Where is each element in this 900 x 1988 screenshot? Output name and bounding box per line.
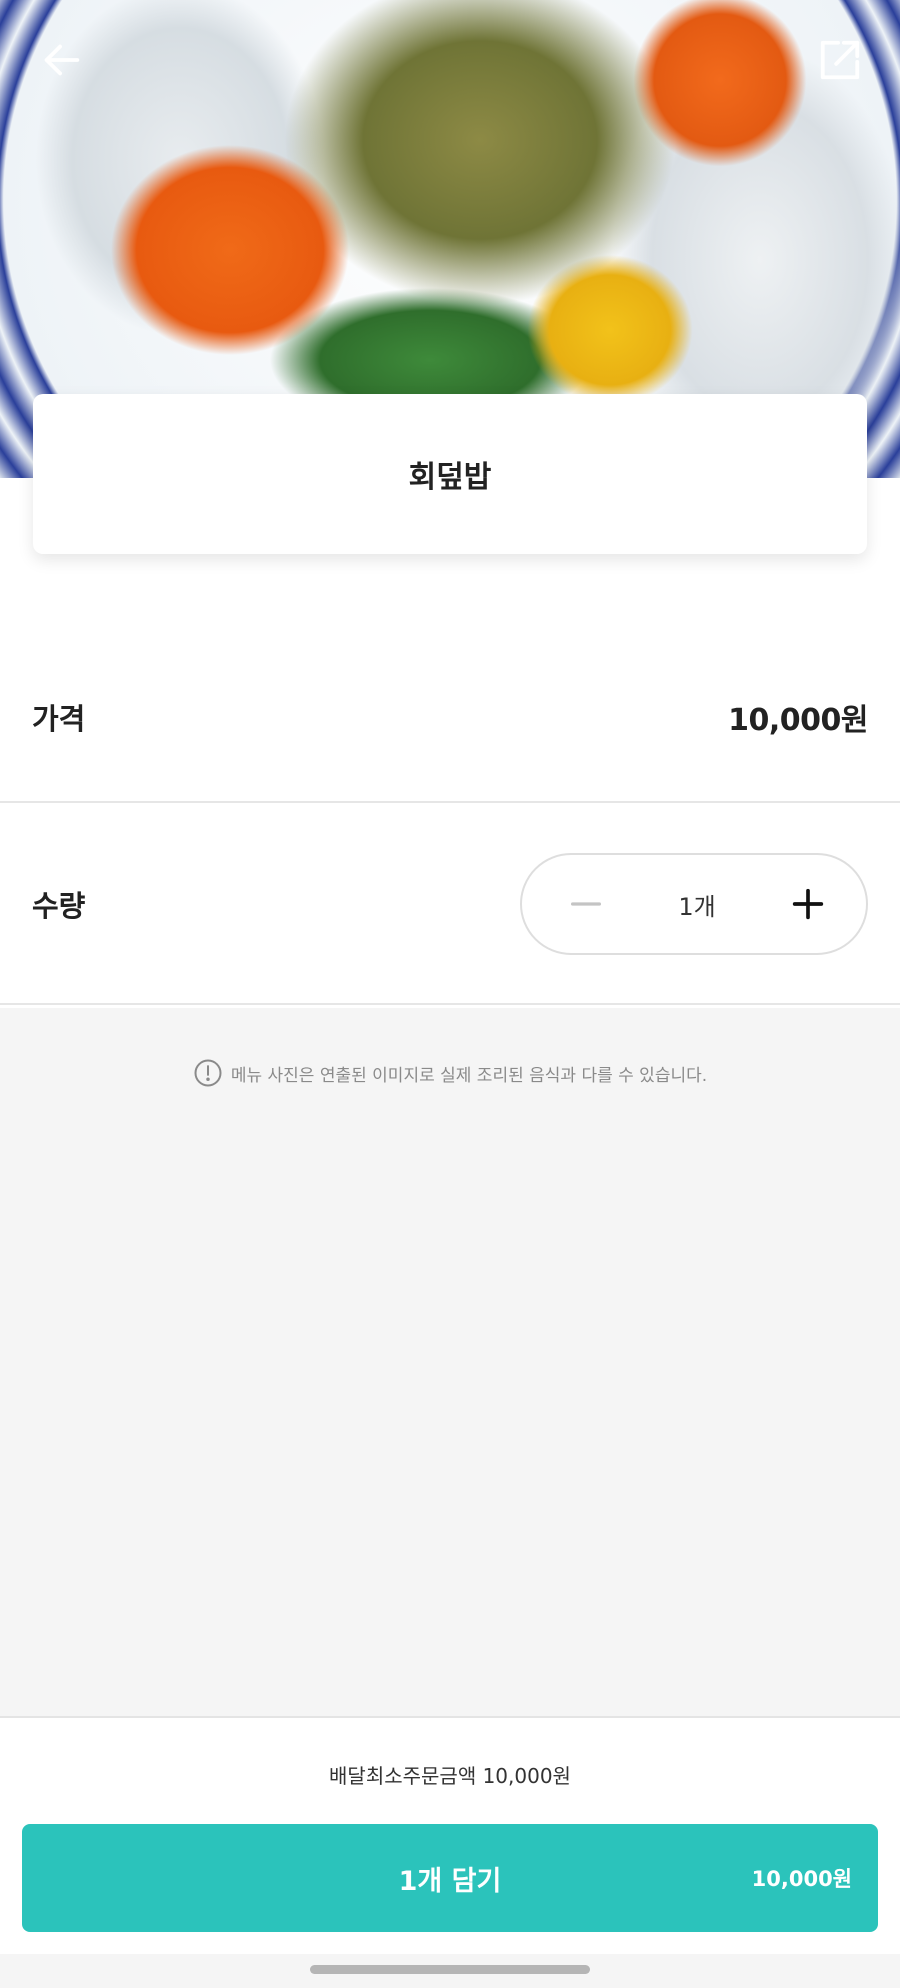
info-exclamation-icon: [194, 1059, 222, 1087]
quantity-label: 수량: [32, 889, 86, 923]
add-to-cart-button[interactable]: 1개 담기 10,000원: [22, 1824, 878, 1932]
notice-text: 메뉴 사진은 연출된 이미지로 실제 조리된 음식과 다를 수 있습니다.: [230, 1065, 708, 1086]
price-row: 가격 10,000원: [0, 633, 900, 803]
price-value: 10,000원: [728, 703, 868, 738]
menu-title-card: 회덮밥: [33, 394, 867, 554]
quantity-value: 1개: [678, 892, 716, 921]
cart-button-total: 10,000원: [751, 1867, 852, 1891]
increment-button[interactable]: [780, 876, 836, 932]
min-order-amount: 배달최소주문금액 10,000원: [329, 1764, 571, 1788]
minus-icon: [571, 902, 601, 906]
cart-button-label: 1개 담기: [398, 1865, 502, 1897]
decrement-button[interactable]: [558, 876, 614, 932]
home-indicator[interactable]: [310, 1965, 590, 1974]
share-external-icon: [820, 40, 860, 80]
menu-title: 회덮밥: [408, 460, 492, 495]
plus-icon: [792, 888, 824, 920]
quantity-row: 수량 1개: [0, 805, 900, 1005]
arrow-left-icon: [44, 44, 80, 76]
back-button[interactable]: [32, 30, 92, 90]
quantity-stepper: 1개: [520, 853, 868, 955]
bottom-order-bar: 배달최소주문금액 10,000원 1개 담기 10,000원: [0, 1716, 900, 1954]
menu-info-section: 가격 10,000원 수량 1개: [0, 478, 900, 1008]
share-button[interactable]: [810, 30, 870, 90]
price-label: 가격: [32, 702, 86, 736]
photo-notice: 메뉴 사진은 연출된 이미지로 실제 조리된 음식과 다를 수 있습니다.: [0, 1058, 900, 1088]
